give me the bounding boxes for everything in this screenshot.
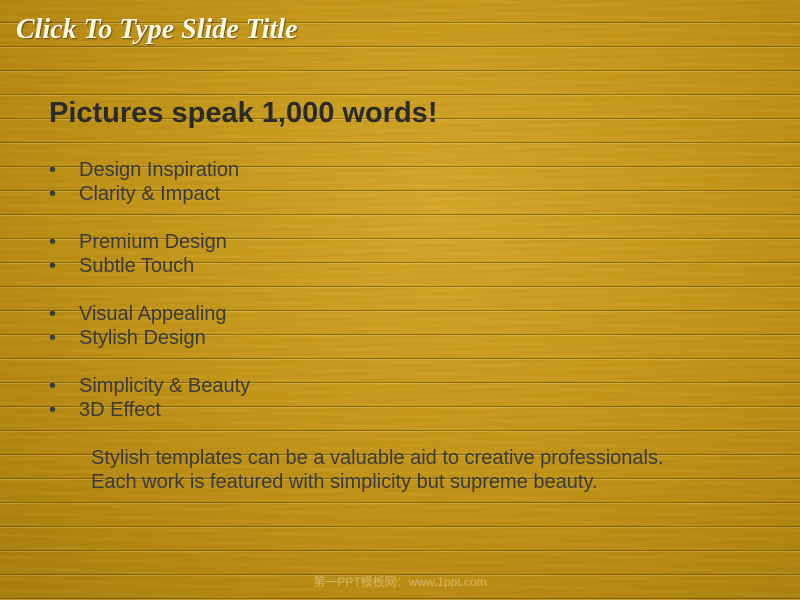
bullet-dot: • [49, 159, 57, 181]
content-heading[interactable]: Pictures speak 1,000 words! [49, 97, 437, 130]
bullet-text: Stylish Design [79, 327, 206, 349]
bullet-dot: • [49, 231, 57, 253]
bullet-dot: • [49, 327, 57, 349]
bullet-dot: • [49, 255, 57, 277]
slide: Click To Type Slide Title Pictures speak… [0, 0, 800, 600]
slide-title[interactable]: Click To Type Slide Title [16, 14, 298, 46]
bullet-text: Visual Appealing [79, 303, 227, 325]
bullet-text: Premium Design [79, 231, 227, 253]
bullet-dot: • [49, 375, 57, 397]
wood-texture [0, 0, 800, 600]
bullet-dot: • [49, 303, 57, 325]
bullet-text: Simplicity & Beauty [79, 375, 251, 397]
bullet-text: Design Inspiration [79, 159, 240, 181]
bullet-text: 3D Effect [79, 399, 161, 421]
footer-watermark: 第一PPT模板网：www.1ppt.com [313, 575, 487, 589]
description-line: Each work is featured with simplicity bu… [91, 471, 598, 493]
bullet-dot: • [49, 399, 57, 421]
description-line: Stylish templates can be a valuable aid … [91, 447, 664, 469]
bullet-text: Clarity & Impact [79, 183, 221, 205]
bullet-text: Subtle Touch [79, 255, 195, 277]
bullet-dot: • [49, 183, 57, 205]
description-text[interactable]: Stylish templates can be a valuable aid … [91, 446, 664, 494]
